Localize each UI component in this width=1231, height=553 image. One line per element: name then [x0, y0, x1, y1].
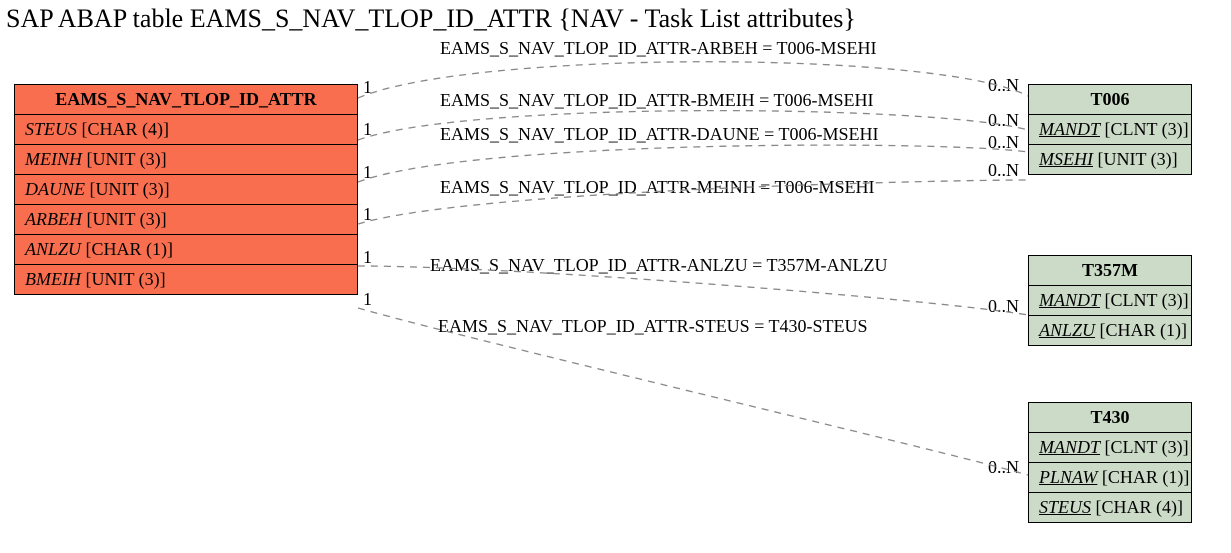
- entity-t357m-header: T357M: [1029, 256, 1191, 286]
- cardinality-right: 0..N: [988, 132, 1019, 153]
- page-title: SAP ABAP table EAMS_S_NAV_TLOP_ID_ATTR {…: [6, 4, 856, 34]
- entity-t357m-field: ANLZU [CHAR (1)]: [1029, 316, 1191, 345]
- relation-label: EAMS_S_NAV_TLOP_ID_ATTR-DAUNE = T006-MSE…: [440, 124, 879, 145]
- cardinality-left: 1: [363, 119, 372, 140]
- cardinality-left: 1: [363, 77, 372, 98]
- entity-t357m: T357M MANDT [CLNT (3)] ANLZU [CHAR (1)]: [1028, 255, 1192, 346]
- relation-label: EAMS_S_NAV_TLOP_ID_ATTR-ARBEH = T006-MSE…: [440, 38, 877, 59]
- cardinality-right: 0..N: [988, 457, 1019, 478]
- cardinality-left: 1: [363, 162, 372, 183]
- entity-t430-field: MANDT [CLNT (3)]: [1029, 433, 1191, 463]
- entity-main-header: EAMS_S_NAV_TLOP_ID_ATTR: [15, 85, 357, 115]
- relation-label: EAMS_S_NAV_TLOP_ID_ATTR-MEINH = T006-MSE…: [440, 177, 875, 198]
- entity-t430: T430 MANDT [CLNT (3)] PLNAW [CHAR (1)] S…: [1028, 402, 1192, 523]
- entity-main: EAMS_S_NAV_TLOP_ID_ATTR STEUS [CHAR (4)]…: [14, 84, 358, 295]
- entity-main-field: DAUNE [UNIT (3)]: [15, 175, 357, 205]
- relation-label: EAMS_S_NAV_TLOP_ID_ATTR-STEUS = T430-STE…: [438, 316, 868, 337]
- entity-main-field: BMEIH [UNIT (3)]: [15, 265, 357, 294]
- entity-t430-field: PLNAW [CHAR (1)]: [1029, 463, 1191, 493]
- cardinality-left: 1: [363, 289, 372, 310]
- cardinality-right: 0..N: [988, 160, 1019, 181]
- entity-t357m-field: MANDT [CLNT (3)]: [1029, 286, 1191, 316]
- entity-main-field: ANLZU [CHAR (1)]: [15, 235, 357, 265]
- entity-main-field: STEUS [CHAR (4)]: [15, 115, 357, 145]
- cardinality-right: 0..N: [988, 75, 1019, 96]
- entity-t006: T006 MANDT [CLNT (3)] MSEHI [UNIT (3)]: [1028, 84, 1192, 175]
- entity-main-field: ARBEH [UNIT (3)]: [15, 205, 357, 235]
- entity-main-field: MEINH [UNIT (3)]: [15, 145, 357, 175]
- cardinality-left: 1: [363, 204, 372, 225]
- relation-label: EAMS_S_NAV_TLOP_ID_ATTR-ANLZU = T357M-AN…: [430, 255, 887, 276]
- entity-t006-field: MSEHI [UNIT (3)]: [1029, 145, 1191, 174]
- entity-t006-field: MANDT [CLNT (3)]: [1029, 115, 1191, 145]
- entity-t430-field: STEUS [CHAR (4)]: [1029, 493, 1191, 522]
- relation-label: EAMS_S_NAV_TLOP_ID_ATTR-BMEIH = T006-MSE…: [440, 90, 874, 111]
- entity-t006-header: T006: [1029, 85, 1191, 115]
- cardinality-right: 0..N: [988, 296, 1019, 317]
- entity-t430-header: T430: [1029, 403, 1191, 433]
- cardinality-right: 0..N: [988, 110, 1019, 131]
- cardinality-left: 1: [363, 247, 372, 268]
